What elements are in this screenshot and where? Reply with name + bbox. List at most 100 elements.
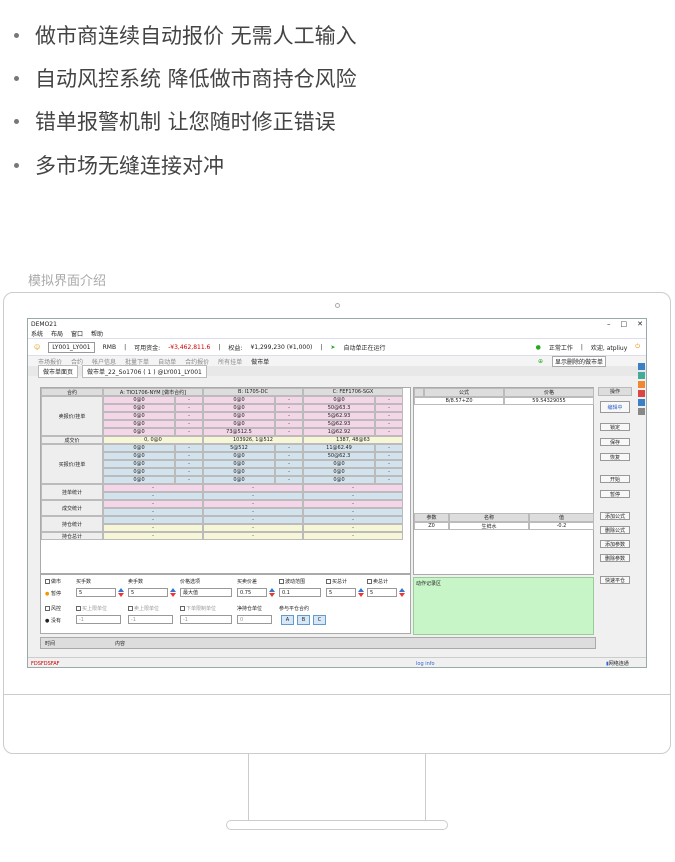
sell-quote-cell[interactable]: - [375,428,403,436]
close-c-button[interactable]: C [313,615,326,625]
close-a-button[interactable]: A [281,615,294,625]
buy-quote-cell[interactable]: 11@62.49 [303,444,375,452]
buy-quote-cell[interactable]: 0@0 [303,468,375,476]
lock-button[interactable]: 锁定 [600,423,630,431]
sell-qty-spinner[interactable] [170,588,176,597]
sell-quote-cell[interactable]: - [175,420,203,428]
sell-cap-checkbox[interactable]: 卖上限单位 [128,605,159,612]
param-cell[interactable]: Z0 [414,522,449,530]
buy-quote-cell[interactable]: - [275,476,303,484]
sell-quote-cell[interactable]: 0@0 [203,396,275,404]
buy-quote-cell[interactable]: - [275,468,303,476]
buy-quote-cell[interactable]: 5@512 [203,444,275,452]
close-icon[interactable]: ✕ [637,320,643,328]
menu-help[interactable]: 帮助 [91,329,103,338]
sell-total-input[interactable]: 5 [367,588,397,597]
pause-button[interactable]: 暂停 [600,490,630,498]
delete-param-button[interactable]: 删除参数 [600,554,630,562]
sell-quote-cell[interactable]: 5@62.93 [303,420,375,428]
sell-quote-cell[interactable]: - [375,396,403,404]
param-name-cell[interactable]: 生鲜水 [449,522,529,530]
buy-quote-cell[interactable]: - [175,476,203,484]
sell-quote-cell[interactable]: 73@512.5 [203,428,275,436]
buy-qty-input[interactable]: 5 [76,588,116,597]
buy-total-input[interactable]: 5 [326,588,356,597]
sell-quote-cell[interactable]: 0@0 [103,428,175,436]
sell-quote-cell[interactable]: - [175,412,203,420]
buy-quote-cell[interactable]: - [375,444,403,452]
sell-quote-cell[interactable]: 0@0 [303,396,375,404]
spread-spinner[interactable] [269,588,275,597]
sell-quote-cell[interactable]: 0@0 [103,420,175,428]
buy-quote-cell[interactable]: - [375,460,403,468]
buy-quote-cell[interactable]: - [275,452,303,460]
sell-quote-cell[interactable]: - [375,412,403,420]
sell-quote-cell[interactable]: 0@0 [203,404,275,412]
spread-input[interactable]: 0.75 [237,588,267,597]
warning-icon[interactable] [637,381,645,388]
menu-window[interactable]: 窗口 [71,329,83,338]
settings-icon[interactable] [637,408,645,415]
sell-quote-cell[interactable]: 1@62.92 [303,428,375,436]
lower-cap-checkbox[interactable]: 下单限制单位 [180,605,216,612]
buy-quote-cell[interactable]: - [175,452,203,460]
account-select[interactable]: LY001_LY001 [48,341,95,353]
formula-cell[interactable]: B/8.57+Z0 [414,397,504,405]
sell-quote-cell[interactable]: 0@0 [203,420,275,428]
buy-quote-cell[interactable]: - [275,444,303,452]
restore-button[interactable]: 恢复 [600,453,630,461]
edit-button[interactable]: 编辑中 [600,401,630,413]
buy-quote-cell[interactable]: 0@0 [103,476,175,484]
pause-radio[interactable]: ● 暂停 [45,590,61,597]
buy-quote-cell[interactable]: 0@0 [203,460,275,468]
buy-quote-cell[interactable]: 0@0 [103,444,175,452]
tab-main[interactable]: 做市单面页 [38,364,79,378]
sell-cap-input[interactable]: -1 [128,615,173,624]
show-deleted-button[interactable]: 显示删除的做市单 [551,355,606,367]
sell-quote-cell[interactable]: - [175,396,203,404]
sell-quote-cell[interactable]: 50@63.3 [303,404,375,412]
market-making-checkbox[interactable]: 做市 [45,578,61,585]
sell-quote-cell[interactable]: - [275,420,303,428]
buy-quote-cell[interactable]: 0@0 [203,468,275,476]
add-formula-button[interactable]: 添加公式 [600,512,630,520]
buy-total-checkbox[interactable]: 买总计 [326,578,347,585]
sell-quote-cell[interactable]: 5@62.93 [303,412,375,420]
buy-cap-input[interactable]: -1 [76,615,121,624]
buy-quote-cell[interactable]: 0@0 [303,476,375,484]
sell-qty-input[interactable]: 5 [128,588,168,597]
quick-close-button[interactable]: 快速平仓 [600,576,630,584]
maximize-icon[interactable]: □ [621,320,628,328]
tool-all-orders[interactable]: 所有挂单 [218,357,242,366]
buy-quote-cell[interactable]: - [375,476,403,484]
none-radio[interactable]: ● 没有 [45,617,61,624]
price-option-select[interactable]: 最大值 [180,588,232,597]
buy-quote-cell[interactable]: 0@0 [203,476,275,484]
sell-quote-cell[interactable]: - [375,420,403,428]
buy-quote-cell[interactable]: - [175,460,203,468]
sell-quote-cell[interactable]: 0@0 [103,404,175,412]
sell-quote-cell[interactable]: - [275,428,303,436]
chart-icon[interactable] [637,372,645,379]
float-input[interactable]: 0.1 [279,588,321,597]
buy-quote-cell[interactable]: - [175,444,203,452]
sell-quote-cell[interactable]: - [275,396,303,404]
lower-cap-input[interactable]: -1 [180,615,232,624]
sell-quote-cell[interactable]: - [175,428,203,436]
menu-layout[interactable]: 布局 [51,329,63,338]
grid-icon[interactable] [637,363,645,370]
sell-total-spinner[interactable] [399,588,405,597]
buy-quote-cell[interactable]: - [275,460,303,468]
buy-quote-cell[interactable]: 0@0 [203,452,275,460]
risk-checkbox[interactable]: 风控 [45,605,61,612]
buy-total-spinner[interactable] [358,588,364,597]
tab-order[interactable]: 做市单_22_So1706 ( 1 ) @LY001_LY001 [82,364,207,378]
buy-quote-cell[interactable]: 0@0 [303,460,375,468]
list-icon[interactable] [637,399,645,406]
net-input[interactable]: 0 [237,615,272,624]
sell-quote-cell[interactable]: 0@0 [203,412,275,420]
buy-quote-cell[interactable]: 0@0 [103,452,175,460]
buy-quote-cell[interactable]: 0@0 [103,460,175,468]
sell-quote-cell[interactable]: 0@0 [103,396,175,404]
buy-quote-cell[interactable]: - [375,452,403,460]
